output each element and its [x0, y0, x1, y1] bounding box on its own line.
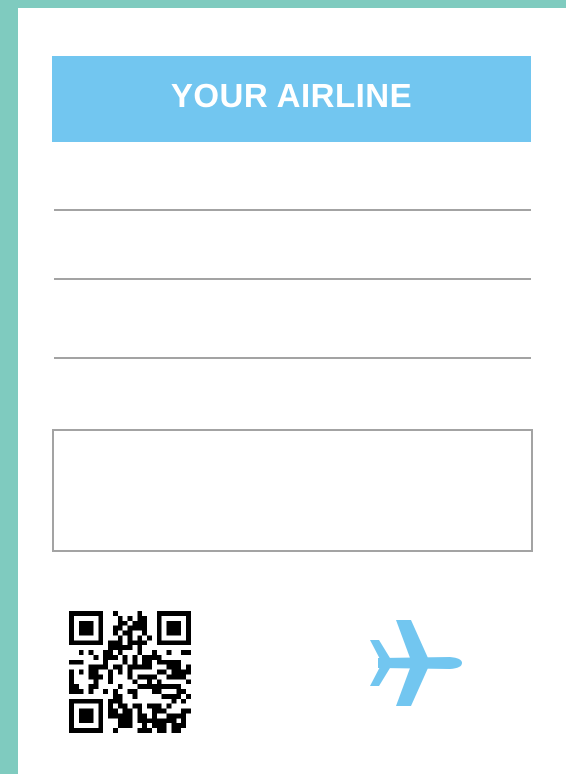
airplane-icon: [370, 620, 462, 706]
boarding-pass-card: YOUR AIRLINE: [18, 8, 566, 774]
field-line-2: [54, 278, 531, 280]
qr-code-icon: [69, 611, 191, 733]
airline-name: YOUR AIRLINE: [170, 76, 413, 114]
field-line-3: [54, 357, 531, 359]
airline-header: YOUR AIRLINE: [52, 56, 531, 142]
notes-box: [52, 429, 533, 552]
field-line-1: [54, 209, 531, 211]
